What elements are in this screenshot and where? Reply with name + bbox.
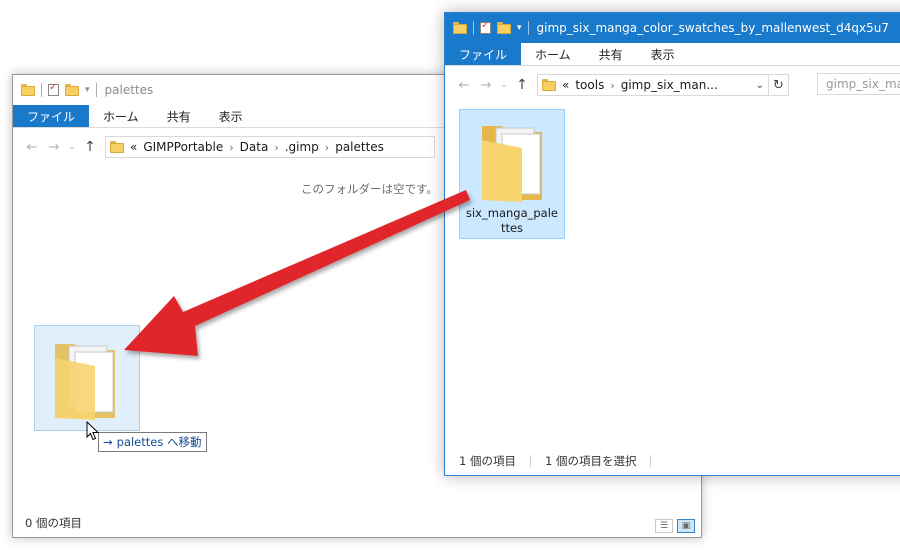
move-to-text: palettes へ移動 <box>116 435 202 449</box>
mouse-cursor-icon <box>86 421 100 441</box>
move-arrow-icon: → <box>103 435 113 449</box>
red-arrow-annotation <box>124 190 470 356</box>
move-to-tooltip: → palettes へ移動 <box>98 432 207 452</box>
